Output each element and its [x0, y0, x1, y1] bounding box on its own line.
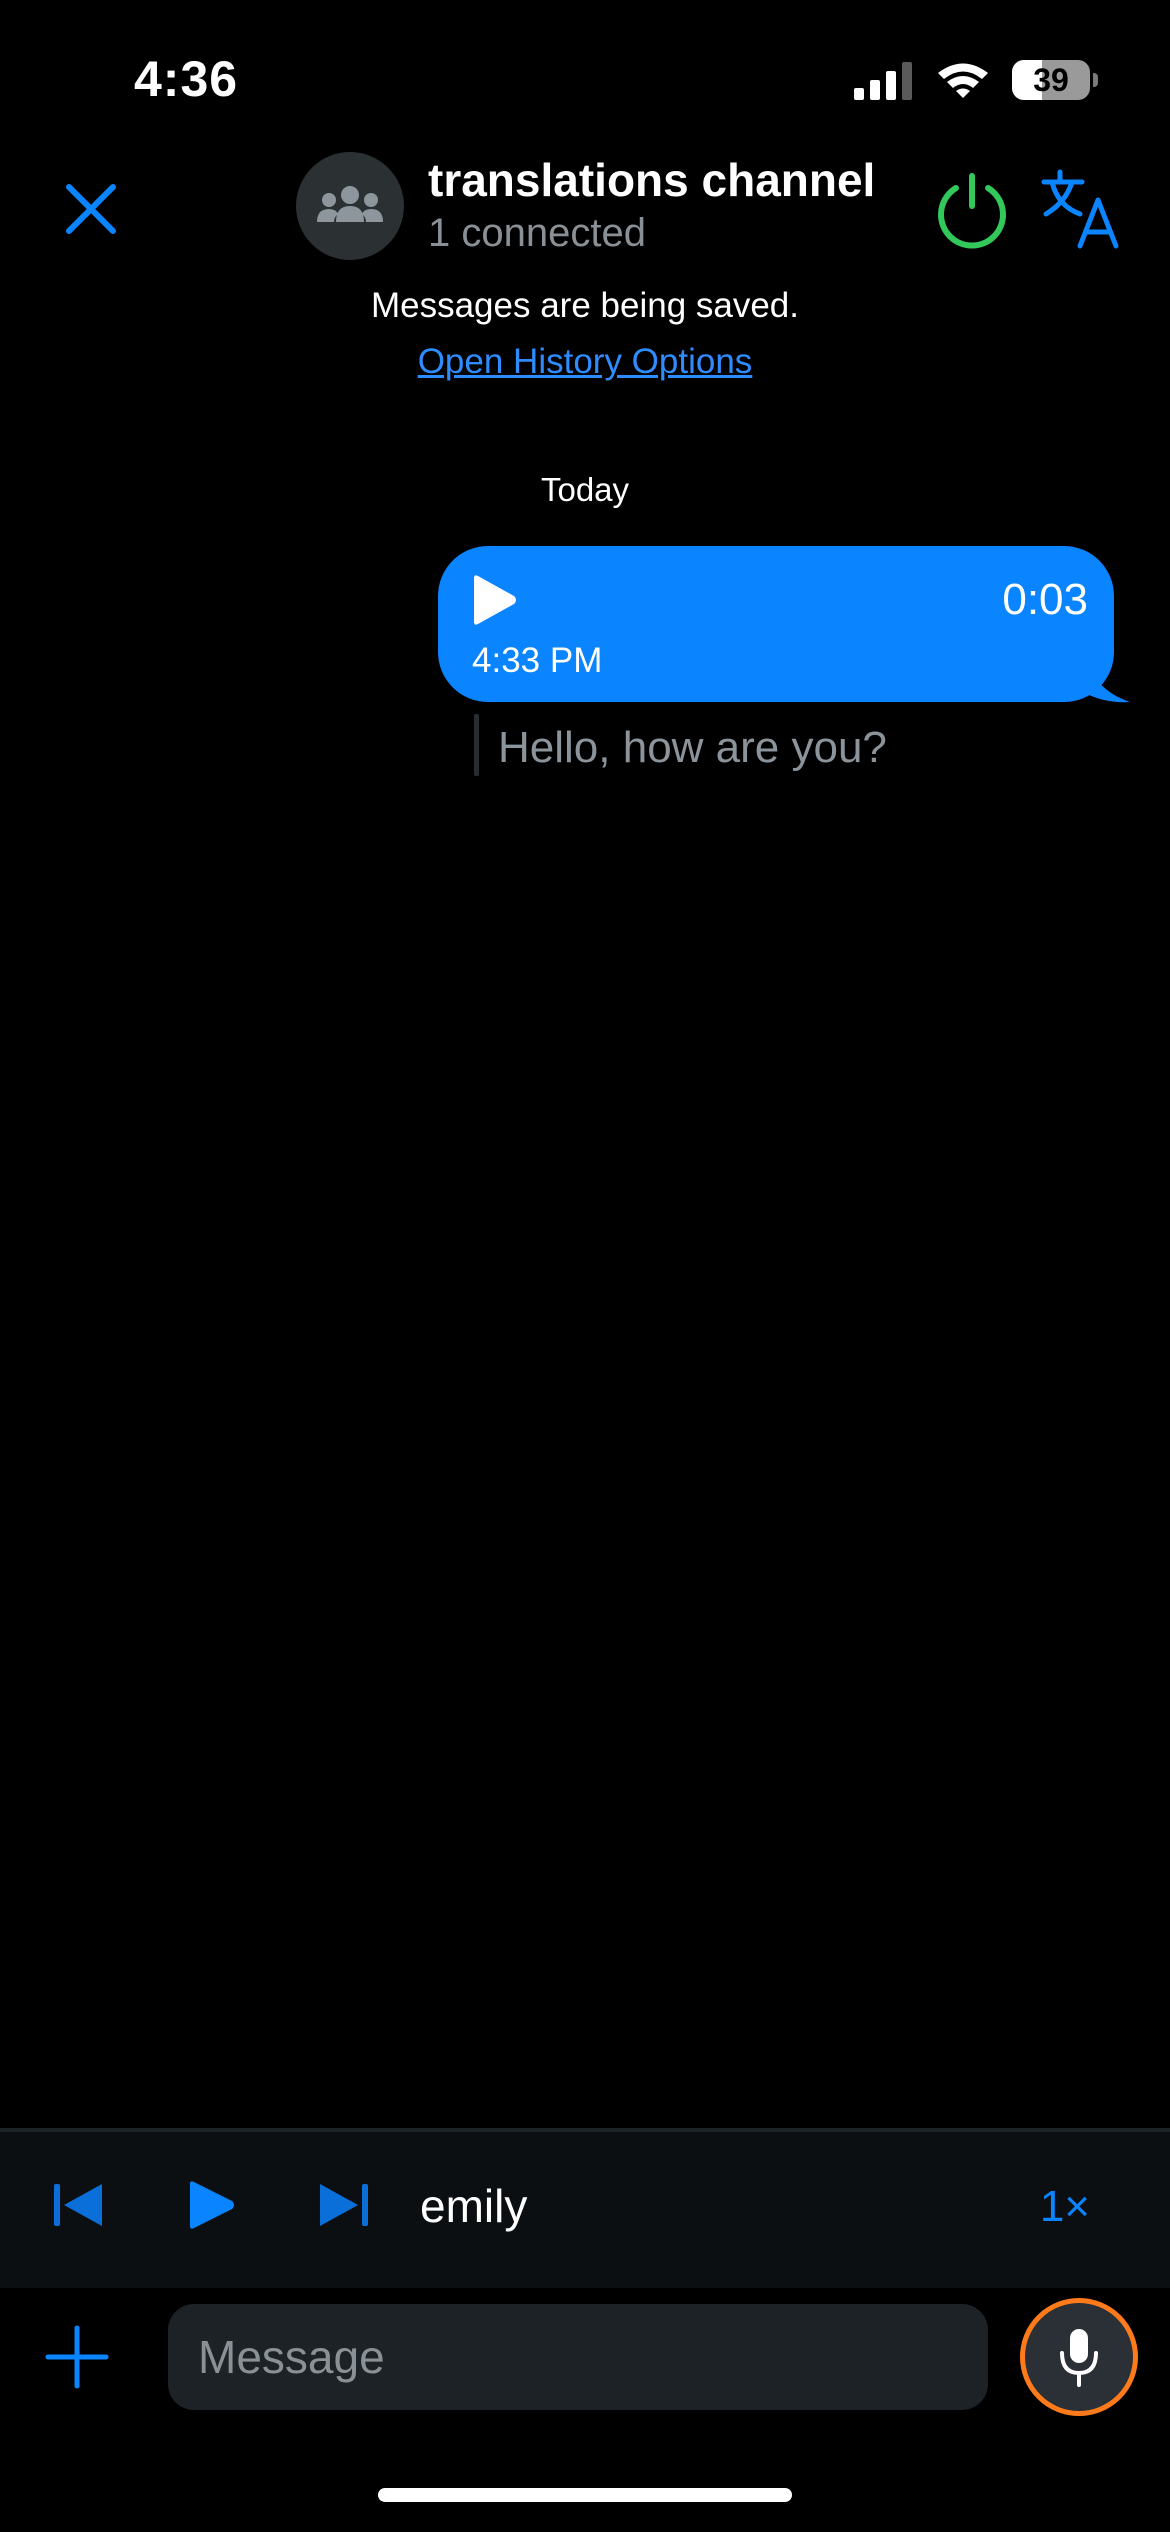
message-timestamp: 4:33 PM: [472, 641, 603, 680]
translate-button[interactable]: [1040, 166, 1124, 250]
wifi-icon: [938, 63, 988, 98]
group-icon: [317, 186, 383, 222]
audio-player-bar: [0, 2128, 1170, 2288]
power-icon: [938, 173, 1006, 249]
channel-title: translations channel: [428, 154, 876, 206]
battery-level: 39: [1033, 61, 1069, 98]
bubble-tail: [1074, 656, 1130, 703]
player-speaker-name: emily: [420, 2180, 528, 2232]
record-voice-button[interactable]: [1020, 2298, 1138, 2416]
player-play-icon[interactable]: [186, 2180, 236, 2230]
play-icon[interactable]: [468, 574, 518, 626]
battery-icon: 39: [1012, 60, 1098, 100]
playback-speed-button[interactable]: 1×: [1040, 2178, 1090, 2236]
skip-previous-icon[interactable]: [52, 2182, 106, 2228]
transcript-divider: [474, 714, 479, 776]
power-button[interactable]: [932, 170, 1012, 250]
add-attachment-icon[interactable]: [44, 2324, 110, 2390]
close-icon: [66, 184, 116, 234]
status-icons: 39: [854, 52, 1098, 108]
date-separator: Today: [540, 471, 630, 508]
chat-screen: 4:36 39 translations channel 1 connected…: [0, 0, 1170, 2532]
avatar[interactable]: [296, 152, 404, 260]
home-indicator[interactable]: [378, 2488, 792, 2502]
skip-next-icon[interactable]: [316, 2182, 370, 2228]
battery-tip: [1093, 73, 1098, 87]
saving-notice: Messages are being saved.: [370, 286, 800, 325]
status-time: 4:36: [134, 51, 239, 107]
close-button[interactable]: [52, 170, 130, 248]
message-input[interactable]: [168, 2304, 988, 2410]
voice-duration: 0:03: [1002, 575, 1088, 624]
cellular-signal-icon: [854, 62, 912, 100]
open-history-options-link[interactable]: Open History Options: [0, 338, 1170, 386]
microphone-icon: [1060, 2329, 1098, 2387]
translate-icon: [1041, 169, 1119, 249]
connected-count: 1 connected: [428, 211, 646, 255]
message-transcript: Hello, how are you?: [498, 723, 887, 772]
